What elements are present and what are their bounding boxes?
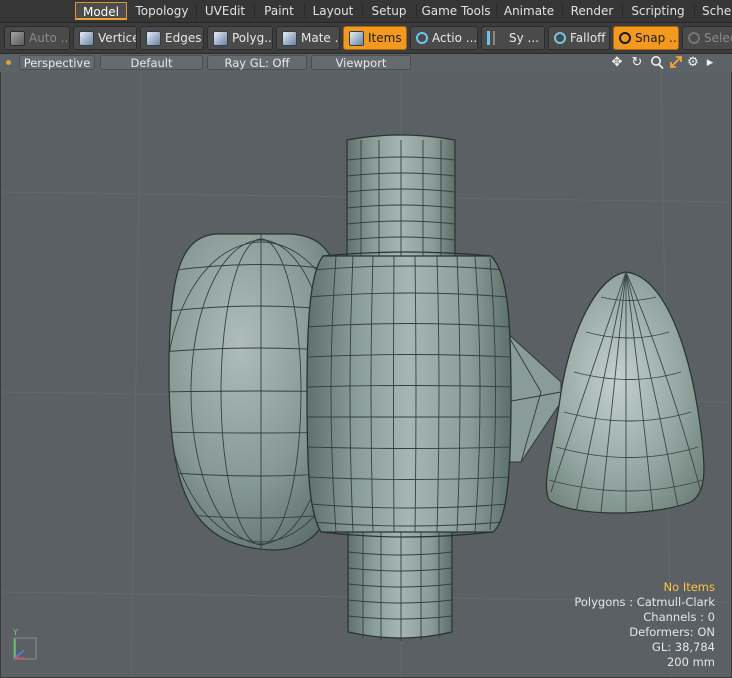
- deformers-info: Deformers: ON: [629, 625, 715, 639]
- viewport-header: Perspective Default Ray GL: Off Viewport…: [0, 54, 732, 84]
- cube-icon: [146, 30, 161, 46]
- snap-button[interactable]: Snap ...: [613, 26, 679, 50]
- polygons-info: Polygons : Catmull-Clark: [574, 595, 715, 609]
- menu-schematic[interactable]: Schem: [698, 2, 732, 20]
- vertices-mode-button[interactable]: Vertices: [73, 26, 137, 50]
- menu-scripting[interactable]: Scripting: [626, 2, 690, 20]
- 3d-viewport[interactable]: No Items Polygons : Catmull-Clark Channe…: [1, 72, 731, 677]
- action-center-button[interactable]: Actio ...: [410, 26, 478, 50]
- zoom-icon[interactable]: [650, 55, 664, 70]
- move-icon[interactable]: ✥: [610, 55, 624, 70]
- main-body-mesh[interactable]: [306, 251, 512, 538]
- falloff-label: Falloff: [570, 31, 606, 45]
- menu-game-tools[interactable]: Game Tools: [420, 2, 492, 20]
- menu-animate[interactable]: Animate: [500, 2, 558, 20]
- items-label: Items: [368, 31, 402, 45]
- viewport-textures-dropdown[interactable]: Viewport Textures: [311, 55, 411, 84]
- maximize-icon[interactable]: [669, 55, 683, 70]
- materials-mode-button[interactable]: Mate ...: [276, 26, 340, 50]
- menu-render[interactable]: Render: [566, 2, 618, 20]
- gl-poly-count: GL: 38,784: [651, 640, 715, 654]
- menu-model[interactable]: Model: [75, 2, 127, 20]
- action-center-label: Actio ...: [432, 31, 478, 45]
- menu-uvedit[interactable]: UVEdit: [200, 2, 250, 20]
- falloff-icon: [554, 32, 566, 44]
- viewport-menu-dot[interactable]: [6, 60, 11, 65]
- selection-toolbar: Auto ... Vertices Edges Polyg... Mate ..…: [0, 23, 732, 54]
- cube-icon: [349, 30, 364, 46]
- items-mode-button[interactable]: Items 5: [343, 26, 407, 50]
- selection-status: No Items: [663, 580, 715, 594]
- menu-setup[interactable]: Setup: [366, 2, 412, 20]
- axis-y-label: Y: [12, 628, 18, 637]
- auto-select-button[interactable]: Auto ...: [4, 26, 70, 50]
- select-label: Selec: [704, 31, 732, 45]
- menu-layout[interactable]: Layout: [308, 2, 358, 20]
- symmetry-button[interactable]: Sy ...: [481, 26, 545, 50]
- falloff-button[interactable]: Falloff: [548, 26, 610, 50]
- menu-paint[interactable]: Paint: [258, 2, 300, 20]
- materials-label: Mate ...: [301, 31, 339, 45]
- shading-style-dropdown[interactable]: Default: [100, 55, 203, 70]
- items-count-badge: 5: [406, 33, 407, 44]
- snap-icon: [619, 32, 631, 44]
- cube-icon: [79, 30, 94, 46]
- snap-label: Snap ...: [635, 31, 679, 45]
- menu-topology[interactable]: Topology: [132, 2, 192, 20]
- polygons-label: Polyg...: [232, 31, 273, 45]
- polygons-mode-button[interactable]: Polyg...: [207, 26, 273, 50]
- axis-gizmo: Y: [12, 628, 37, 660]
- symmetry-label: Sy ...: [509, 31, 539, 45]
- cone-mesh[interactable]: [545, 271, 705, 514]
- edges-mode-button[interactable]: Edges: [140, 26, 204, 50]
- vertices-label: Vertices: [98, 31, 136, 45]
- channels-info: Channels : 0: [643, 610, 715, 624]
- edges-label: Edges: [165, 31, 202, 45]
- view-type-dropdown[interactable]: Perspective: [19, 55, 95, 70]
- menu-bar: Model Topology UVEdit Paint Layout Setup…: [0, 0, 732, 23]
- arrow-right-icon[interactable]: ▸: [703, 55, 717, 70]
- ring-icon: [416, 32, 428, 44]
- cube-icon: [282, 30, 297, 46]
- cube-icon: [213, 30, 228, 46]
- raygl-toggle[interactable]: Ray GL: Off: [207, 55, 307, 70]
- grid-scale: 200 mm: [666, 655, 715, 669]
- viewport-info-overlay: No Items Polygons : Catmull-Clark Channe…: [574, 580, 715, 670]
- symmetry-icon: [487, 31, 495, 45]
- auto-select-label: Auto ...: [29, 31, 70, 45]
- gear-icon[interactable]: ⚙: [686, 55, 700, 70]
- cube-icon: [10, 30, 25, 46]
- rotate-icon[interactable]: ↻: [630, 55, 644, 70]
- ring-icon: [688, 32, 700, 44]
- select-tool-button[interactable]: Selec: [682, 26, 732, 50]
